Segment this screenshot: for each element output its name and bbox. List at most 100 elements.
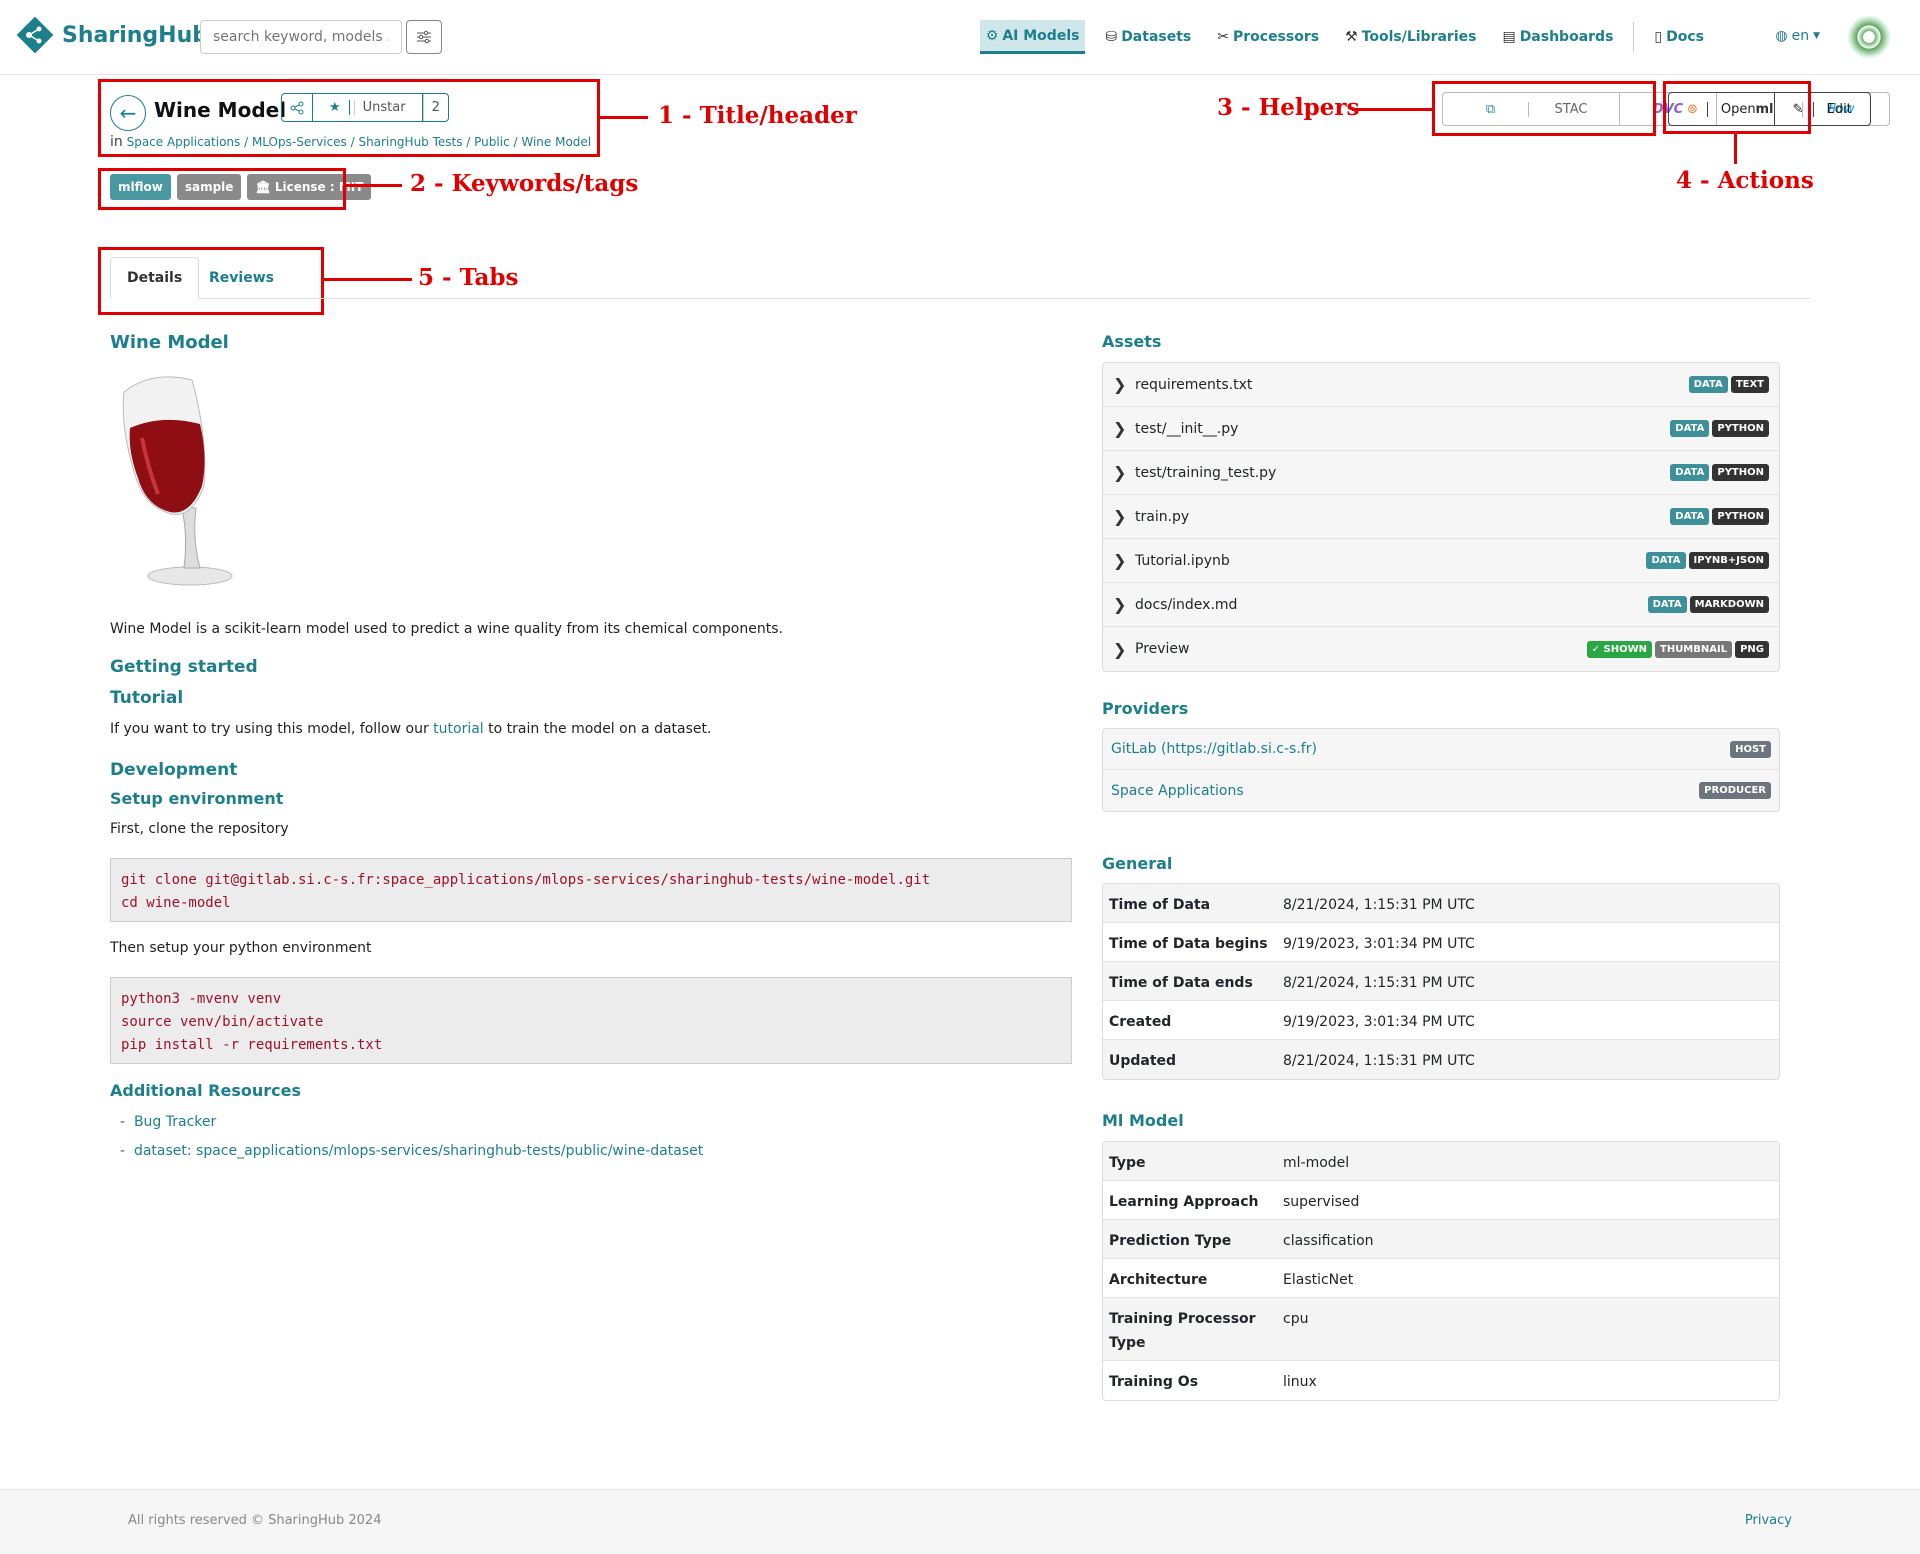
table-row: Type ml-model: [1103, 1142, 1779, 1181]
database-icon: ⛁: [1105, 29, 1118, 45]
table-value: 9/19/2023, 3:01:34 PM UTC: [1283, 936, 1475, 952]
tutorial-pre: If you want to try using this model, fol…: [110, 721, 429, 737]
asset-row[interactable]: ❯ Tutorial.ipynb DATA IPYNB+JSON: [1103, 539, 1779, 583]
nav-dashboards[interactable]: ▤ Dashboards: [1496, 20, 1619, 54]
assets-panel: ❯ requirements.txt DATA TEXT ❯ test/__init__…: [1102, 362, 1780, 672]
brand-logo[interactable]: SharingHub: [16, 16, 208, 54]
nav-docs[interactable]: ▯ Docs: [1648, 20, 1710, 54]
provider-role-badge: PRODUCER: [1699, 782, 1771, 799]
asset-row[interactable]: ❯ test/__init__.py DATA PYTHON: [1103, 407, 1779, 451]
provider-link[interactable]: GitLab (https://gitlab.si.c-s.fr): [1111, 741, 1730, 757]
nav-ai-models-label: AI Models: [1002, 27, 1080, 44]
chevron-right-icon: ❯: [1113, 595, 1127, 614]
list-item: - dataset: space_applications/mlops-serv…: [120, 1143, 704, 1159]
sliders-icon: [417, 30, 431, 44]
asset-name: docs/index.md: [1135, 596, 1238, 613]
tabs-divider: [110, 298, 1810, 299]
table-key: Time of Data ends: [1109, 975, 1253, 991]
search-input[interactable]: [200, 20, 402, 54]
asset-badge: PYTHON: [1712, 420, 1769, 437]
toolbox-icon: ⚒: [1345, 29, 1358, 45]
user-avatar[interactable]: [1848, 16, 1890, 58]
model-description: Wine Model is a scikit-learn model used …: [110, 621, 783, 637]
asset-row[interactable]: ❯ requirements.txt DATA TEXT: [1103, 363, 1779, 407]
chevron-right-icon: ❯: [1113, 375, 1127, 394]
annotation-label-helpers: 3 - Helpers: [1217, 94, 1360, 121]
asset-name: Tutorial.ipynb: [1135, 552, 1230, 569]
tutorial-link[interactable]: tutorial: [433, 721, 484, 737]
table-row: Created 9/19/2023, 3:01:34 PM UTC: [1103, 1001, 1779, 1040]
dataset-link[interactable]: dataset: space_applications/mlops-servic…: [134, 1143, 703, 1159]
language-label: en: [1791, 28, 1810, 44]
annotation-line-helpers: [1352, 108, 1432, 111]
nav-ai-models[interactable]: ⚙ AI Models: [979, 20, 1086, 54]
code-line: pip install -r requirements.txt: [121, 1037, 383, 1053]
asset-row[interactable]: ❯ Preview ✓ SHOWN THUMBNAIL PNG: [1103, 627, 1779, 671]
annotation-label-tabs: 5 - Tabs: [418, 264, 519, 291]
annotation-line-tags: [346, 184, 402, 187]
asset-row[interactable]: ❯ train.py DATA PYTHON: [1103, 495, 1779, 539]
code-line: python3 -mvenv venv: [121, 991, 282, 1007]
globe-icon: ◍: [1775, 28, 1788, 44]
tab-reviews[interactable]: Reviews: [193, 257, 290, 299]
asset-name: Preview: [1135, 641, 1190, 657]
general-table: Time of Data 8/21/2024, 1:15:31 PM UTC Ti…: [1102, 883, 1780, 1080]
brand-name: SharingHub: [62, 22, 208, 48]
tab-details[interactable]: Details: [110, 257, 200, 299]
bug-tracker-link[interactable]: Bug Tracker: [134, 1114, 216, 1130]
annotation-label-tags: 2 - Keywords/tags: [410, 170, 639, 197]
table-row: Architecture ElasticNet: [1103, 1259, 1779, 1298]
asset-row[interactable]: ❯ docs/index.md DATA MARKDOWN: [1103, 583, 1779, 627]
nav-docs-label: Docs: [1666, 29, 1704, 45]
table-value: supervised: [1283, 1194, 1360, 1210]
nav-separator: [1633, 22, 1635, 52]
annotation-line-actions: [1734, 134, 1737, 164]
main-nav: ⚙ AI Models ⛁ Datasets ✂ Processors ⚒ Tools/…: [979, 20, 1710, 54]
tutorial-heading: Tutorial: [110, 688, 184, 708]
provider-role-badge: HOST: [1730, 740, 1771, 758]
nav-processors[interactable]: ✂ Processors: [1211, 20, 1325, 54]
chevron-right-icon: ❯: [1113, 419, 1127, 438]
development-heading: Development: [110, 760, 238, 780]
table-key: Created: [1109, 1014, 1172, 1030]
asset-badge: THUMBNAIL: [1655, 640, 1733, 658]
asset-badge: DATA: [1670, 420, 1710, 437]
wine-glass-image: [122, 376, 233, 586]
nav-datasets[interactable]: ⛁ Datasets: [1099, 20, 1197, 54]
table-key: Training Os: [1109, 1374, 1199, 1390]
nav-tools-libraries[interactable]: ⚒ Tools/Libraries: [1339, 20, 1482, 54]
table-key: Architecture: [1109, 1272, 1208, 1288]
resource-list: - Bug Tracker - dataset: space_applicati…: [120, 1108, 703, 1166]
code-block-python: python3 -mvenv venv source venv/bin/acti…: [110, 977, 1072, 1064]
table-key: Training Processor Type: [1109, 1311, 1256, 1351]
tutorial-paragraph: If you want to try using this model, fol…: [110, 721, 711, 737]
clone-instruction: First, clone the repository: [110, 821, 289, 837]
table-row: Time of Data ends 8/21/2024, 1:15:31 PM U…: [1103, 962, 1779, 1001]
language-dropdown[interactable]: ◍ en ▼: [1775, 28, 1820, 44]
annotation-box-actions: [1663, 81, 1811, 134]
getting-started-heading: Getting started: [110, 657, 258, 677]
table-row: Updated 8/21/2024, 1:15:31 PM UTC: [1103, 1040, 1779, 1079]
annotation-box-tags: [98, 168, 346, 210]
table-row: Training Processor Type cpu: [1103, 1298, 1779, 1361]
code-line: cd wine-model: [121, 895, 231, 911]
asset-name: test/__init__.py: [1135, 420, 1239, 437]
table-value: 9/19/2023, 3:01:34 PM UTC: [1283, 1014, 1475, 1030]
asset-name: train.py: [1135, 508, 1190, 525]
chevron-right-icon: ❯: [1113, 463, 1127, 482]
table-key: Learning Approach: [1109, 1194, 1259, 1210]
asset-row[interactable]: ❯ test/training_test.py DATA PYTHON: [1103, 451, 1779, 495]
setup-environment-heading: Setup environment: [110, 789, 284, 808]
provider-link[interactable]: Space Applications: [1111, 783, 1699, 799]
table-value: classification: [1283, 1233, 1374, 1249]
code-line: git clone git@gitlab.si.c-s.fr:space_app…: [121, 872, 931, 888]
annotation-line-title: [600, 116, 648, 119]
asset-badge: DATA: [1646, 552, 1686, 569]
table-value: 8/21/2024, 1:15:31 PM UTC: [1283, 897, 1475, 913]
annotation-box-helpers: [1432, 81, 1656, 136]
privacy-link[interactable]: Privacy: [1745, 1513, 1792, 1528]
dashboard-icon: ▤: [1502, 29, 1516, 45]
filter-settings-button[interactable]: [406, 20, 442, 54]
edit-label: Edit: [1826, 101, 1852, 117]
asset-badge: DATA: [1670, 464, 1710, 481]
